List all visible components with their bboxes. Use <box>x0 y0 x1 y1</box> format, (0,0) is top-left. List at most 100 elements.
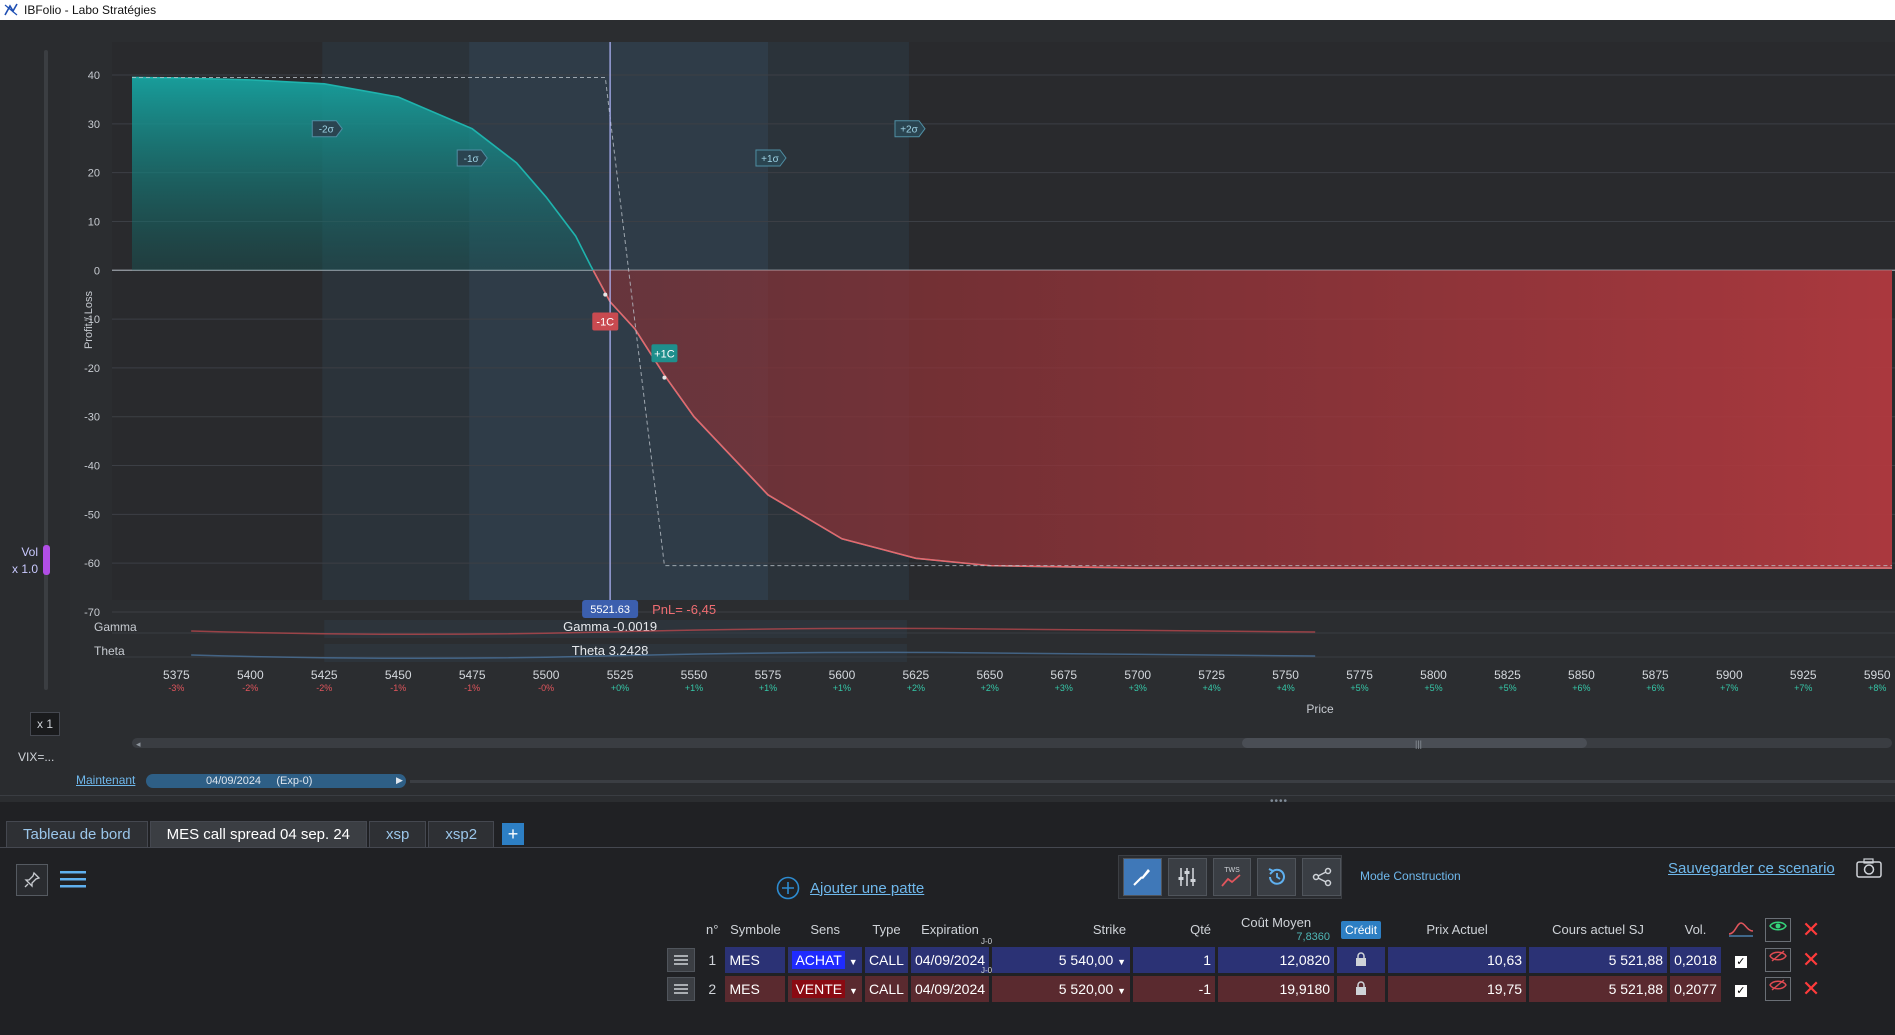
zoom-button[interactable]: x 1 <box>30 712 60 736</box>
col-cost[interactable]: Coût Moyen 7,8360 <box>1218 915 1334 944</box>
col-underlying[interactable]: Cours actuel SJ <box>1529 915 1667 944</box>
col-n[interactable]: n° <box>702 915 722 944</box>
col-side[interactable]: Sens <box>788 915 862 944</box>
row-drag-handle[interactable] <box>667 977 695 1001</box>
eye-toggle-all[interactable] <box>1764 917 1791 942</box>
col-symbol[interactable]: Symbole <box>725 915 785 944</box>
plus-circle-icon <box>776 876 800 900</box>
col-qty[interactable]: Qté <box>1133 915 1215 944</box>
x-tick-pct: -0% <box>538 683 554 693</box>
sigma-label: -2σ <box>311 120 343 138</box>
row-strike[interactable]: 5 540,00 ▼ <box>992 947 1131 973</box>
payoff-chart-svg[interactable]: -2σ -1σ +1σ +2σ 5521.63 PnL= -6,45 -1C +1C 40 30… <box>70 20 1895 795</box>
tab-xsp[interactable]: xsp <box>369 821 427 847</box>
y-tick-label: 40 <box>88 70 100 82</box>
row-lock[interactable] <box>1337 947 1386 973</box>
mini-chart-icon[interactable] <box>1728 919 1754 937</box>
col-delete: ✕ <box>1798 915 1824 944</box>
tab-xsp2[interactable]: xsp2 <box>428 821 495 847</box>
x-tick-pct: +5% <box>1498 683 1516 693</box>
date-slider-play-icon[interactable]: ▶ <box>396 775 403 786</box>
chevron-down-icon[interactable]: ▼ <box>849 957 858 967</box>
row-side[interactable]: VENTE ▼ <box>788 976 862 1002</box>
sigma-label-text: +1σ <box>761 154 779 165</box>
days-to-expiry: J-0 <box>980 937 993 946</box>
row-vol[interactable]: 0,2077 <box>1670 976 1721 1002</box>
table-row[interactable]: 2 MES VENTE ▼ CALL J-0 04/09/2024 5 520,0… <box>663 966 1824 1002</box>
row-vol[interactable]: 0,2018 <box>1670 947 1721 973</box>
chevron-down-icon[interactable]: ▼ <box>1117 957 1126 967</box>
col-current-price[interactable]: Prix Actuel <box>1388 915 1526 944</box>
save-scenario-link[interactable]: Sauvegarder ce scenario <box>1668 860 1835 877</box>
vol-slider-track[interactable] <box>44 50 48 690</box>
pin-button[interactable] <box>16 864 48 896</box>
delete-all-icon[interactable]: ✕ <box>1802 917 1820 942</box>
pin-icon <box>24 871 41 888</box>
sigma-label: +2σ <box>894 120 926 138</box>
construction-tool-button[interactable] <box>1123 858 1162 896</box>
share-tool-button[interactable] <box>1302 858 1341 896</box>
row-side[interactable]: ACHAT ▼ <box>788 947 862 973</box>
sliders-icon <box>1178 868 1196 886</box>
chevron-down-icon[interactable]: ▼ <box>849 986 858 996</box>
row-cost[interactable]: 19,9180 <box>1218 976 1335 1002</box>
y-tick-label: -20 <box>84 363 100 375</box>
x-tick-label: 5950 <box>1864 668 1891 682</box>
row-visibility-toggle[interactable] <box>1764 977 1791 1001</box>
payoff-chart[interactable]: -2σ -1σ +1σ +2σ 5521.63 PnL= -6,45 -1C +1C 40 30… <box>70 20 1895 795</box>
row-qty[interactable]: 1 <box>1133 947 1216 973</box>
camera-icon[interactable] <box>1856 858 1882 878</box>
vol-panel: Vol x 1.0 x 1 VIX=... <box>0 20 70 795</box>
x-tick-pct: -1% <box>390 683 406 693</box>
h-scrollbar-track[interactable] <box>132 738 1892 748</box>
drag-lines-icon <box>674 984 688 994</box>
tab-mes-call-spread[interactable]: MES call spread 04 sep. 24 <box>149 821 368 847</box>
menu-button[interactable] <box>60 866 86 892</box>
row-checkbox[interactable]: ✓ <box>1734 985 1747 997</box>
row-number: 2 <box>708 981 717 997</box>
chevron-down-icon[interactable]: ▼ <box>1117 986 1126 996</box>
history-tool-button[interactable] <box>1257 858 1297 896</box>
row-lock[interactable] <box>1337 976 1386 1002</box>
row-expiration[interactable]: J-0 04/09/2024 <box>910 937 992 973</box>
add-tab-button[interactable]: + <box>502 823 525 845</box>
scroll-left-icon[interactable]: ◂ <box>136 739 141 749</box>
credit-button[interactable]: Crédit <box>1341 921 1382 939</box>
row-type[interactable]: CALL <box>864 947 908 973</box>
col-strike[interactable]: Strike <box>992 915 1130 944</box>
row-symbol[interactable]: MES <box>725 976 786 1002</box>
col-chart <box>1724 915 1758 944</box>
adjust-tool-button[interactable] <box>1167 858 1207 896</box>
col-vol[interactable]: Vol. <box>1670 915 1721 944</box>
row-cost[interactable]: 12,0820 <box>1218 947 1335 973</box>
table-row[interactable]: 1 MES ACHAT ▼ CALL J-0 04/09/2024 5 540,0… <box>663 937 1824 973</box>
x-tick-label: 5675 <box>1050 668 1077 682</box>
tab-dashboard[interactable]: Tableau de bord <box>6 821 148 847</box>
col-expiration[interactable]: Expiration <box>911 915 989 944</box>
row-checkbox[interactable]: ✓ <box>1734 956 1747 968</box>
vol-slider-thumb[interactable] <box>43 545 50 575</box>
cost-header-sub: 7,8360 <box>1296 931 1331 943</box>
row-strike[interactable]: 5 520,00 ▼ <box>992 976 1131 1002</box>
row-symbol[interactable]: MES <box>725 947 786 973</box>
row-drag-handle[interactable] <box>667 948 695 972</box>
y-tick-label: -70 <box>84 607 100 619</box>
hamburger-icon <box>60 871 86 888</box>
vol-multiplier: x 1.0 <box>11 562 38 576</box>
x-axis-label: Price <box>1306 702 1334 716</box>
row-visibility-toggle[interactable] <box>1764 948 1791 972</box>
row-qty[interactable]: -1 <box>1133 976 1216 1002</box>
add-leg-link[interactable]: Ajouter une patte <box>776 876 924 900</box>
row-expiration[interactable]: J-0 04/09/2024 <box>910 966 992 1002</box>
delete-row-icon[interactable]: ✕ <box>1802 947 1820 972</box>
splitter-grip-icon[interactable]: •••• <box>1270 796 1288 807</box>
row-type[interactable]: CALL <box>864 976 908 1002</box>
delete-row-icon[interactable]: ✕ <box>1802 976 1820 1001</box>
x-tick-pct: +1% <box>685 683 703 693</box>
now-link[interactable]: Maintenant <box>76 773 135 787</box>
panel-splitter[interactable]: •••• <box>0 795 1895 807</box>
x-tick-pct: +2% <box>907 683 925 693</box>
row-checkbox-cell: ✓ <box>1724 947 1758 973</box>
col-type[interactable]: Type <box>865 915 908 944</box>
tws-tool-button[interactable]: TWS <box>1212 858 1252 896</box>
